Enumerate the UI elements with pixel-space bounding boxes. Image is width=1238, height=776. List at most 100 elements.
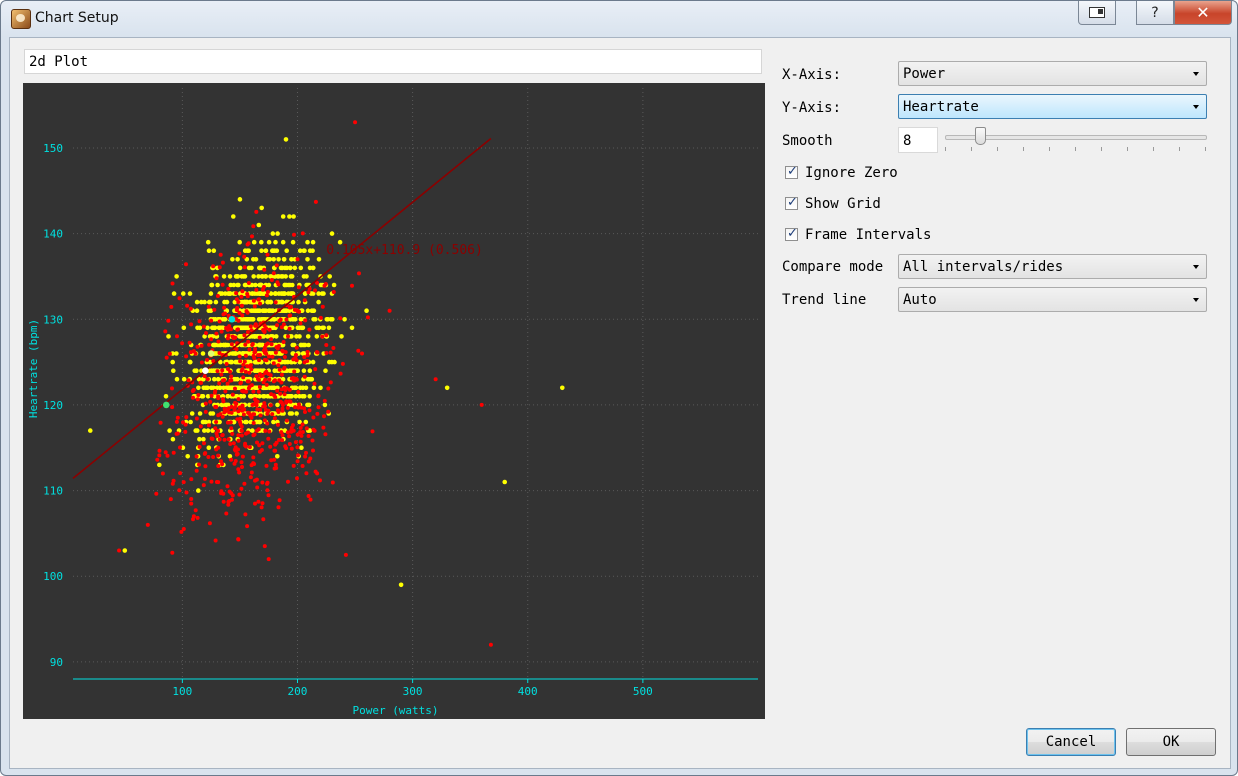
data-point	[329, 231, 335, 236]
interval-point	[270, 354, 275, 359]
data-point	[237, 265, 243, 271]
interval-point	[220, 368, 225, 373]
interval-point	[202, 451, 207, 456]
interval-point	[321, 425, 326, 430]
restore-button[interactable]	[1078, 1, 1116, 25]
interval-point	[249, 415, 254, 420]
data-point	[280, 291, 285, 296]
data-point	[298, 317, 304, 322]
interval-point	[257, 358, 261, 363]
interval-point	[243, 353, 248, 358]
compare-mode-select[interactable]: All intervals/rides	[898, 254, 1207, 279]
interval-point	[313, 288, 317, 293]
data-point	[206, 445, 212, 451]
cancel-button[interactable]: Cancel	[1026, 728, 1116, 756]
data-point	[241, 274, 246, 279]
interval-point	[226, 437, 231, 442]
interval-point	[240, 289, 245, 294]
data-point	[301, 351, 306, 356]
interval-point	[205, 377, 210, 382]
data-point	[313, 317, 318, 322]
interval-point	[187, 340, 192, 345]
close-button[interactable]: ✕	[1174, 1, 1232, 25]
help-button[interactable]: ?	[1136, 1, 1174, 25]
scatter-plot[interactable]: 0.105x+110.9 (0.506) 100 200 300 400 500 90 10…	[23, 83, 765, 719]
data-point	[285, 359, 291, 365]
interval-point	[267, 429, 272, 434]
interval-point	[256, 499, 261, 504]
interval-point	[254, 209, 259, 214]
interval-point	[203, 401, 208, 406]
interval-point	[193, 508, 198, 513]
data-point	[244, 299, 250, 305]
interval-point	[254, 477, 259, 482]
interval-point	[259, 505, 264, 510]
data-point	[274, 334, 279, 339]
interval-point	[230, 431, 235, 436]
data-point	[251, 239, 257, 245]
data-point	[311, 308, 317, 313]
interval-point	[278, 399, 283, 404]
frame-intervals-checkbox[interactable]	[785, 226, 798, 241]
smooth-spinbox[interactable]: 8	[898, 127, 938, 153]
interval-point	[222, 406, 227, 411]
interval-point	[251, 298, 256, 303]
data-point	[194, 299, 200, 305]
y-axis-select[interactable]: Heartrate	[898, 94, 1207, 119]
data-point	[282, 308, 288, 313]
trend-line-select[interactable]: Auto	[898, 287, 1207, 312]
interval-point	[207, 521, 212, 526]
interval-point	[295, 445, 300, 450]
y-tick-label: 90	[50, 656, 63, 669]
data-point	[206, 248, 212, 253]
interval-point	[357, 271, 361, 276]
ignore-zero-checkbox[interactable]	[785, 164, 798, 179]
interval-point	[241, 389, 246, 394]
interval-point	[236, 327, 240, 332]
interval-point	[316, 405, 321, 410]
interval-point	[175, 334, 179, 339]
interval-point	[277, 437, 281, 442]
interval-point	[239, 428, 244, 433]
interval-point	[247, 411, 251, 416]
interval-point	[226, 286, 231, 291]
interval-point	[246, 379, 251, 384]
data-point	[339, 334, 344, 339]
data-point	[226, 385, 231, 391]
interval-point	[243, 441, 248, 446]
interval-point	[184, 354, 189, 359]
x-axis-select[interactable]: Power	[898, 61, 1207, 86]
interval-point	[268, 403, 273, 408]
ok-button[interactable]: OK	[1126, 728, 1216, 756]
interval-point	[188, 306, 193, 311]
interval-point	[303, 318, 308, 323]
interval-point	[256, 377, 261, 382]
interval-point	[331, 346, 336, 350]
data-point	[166, 334, 171, 339]
interval-point	[252, 304, 257, 309]
data-point	[243, 325, 249, 331]
interval-point	[209, 337, 214, 342]
interval-point	[157, 453, 162, 458]
interval-point	[262, 544, 267, 549]
show-grid-checkbox[interactable]	[785, 195, 798, 210]
data-point	[246, 265, 252, 271]
interval-point	[287, 387, 292, 392]
data-point	[212, 325, 217, 331]
interval-point	[323, 432, 328, 437]
interval-point	[300, 231, 305, 236]
data-point	[230, 257, 235, 262]
interval-point	[224, 362, 229, 366]
interval-point	[170, 281, 175, 286]
interval-point	[236, 438, 241, 443]
data-point	[211, 248, 217, 253]
interval-point	[269, 392, 274, 397]
interval-point	[281, 322, 286, 327]
interval-point	[291, 428, 296, 433]
smooth-slider-handle[interactable]	[975, 127, 986, 145]
interval-point	[279, 430, 284, 435]
interval-point	[215, 294, 220, 298]
interval-point	[296, 285, 301, 290]
data-point	[272, 291, 278, 296]
plot-title-field[interactable]: 2d Plot	[24, 49, 762, 74]
